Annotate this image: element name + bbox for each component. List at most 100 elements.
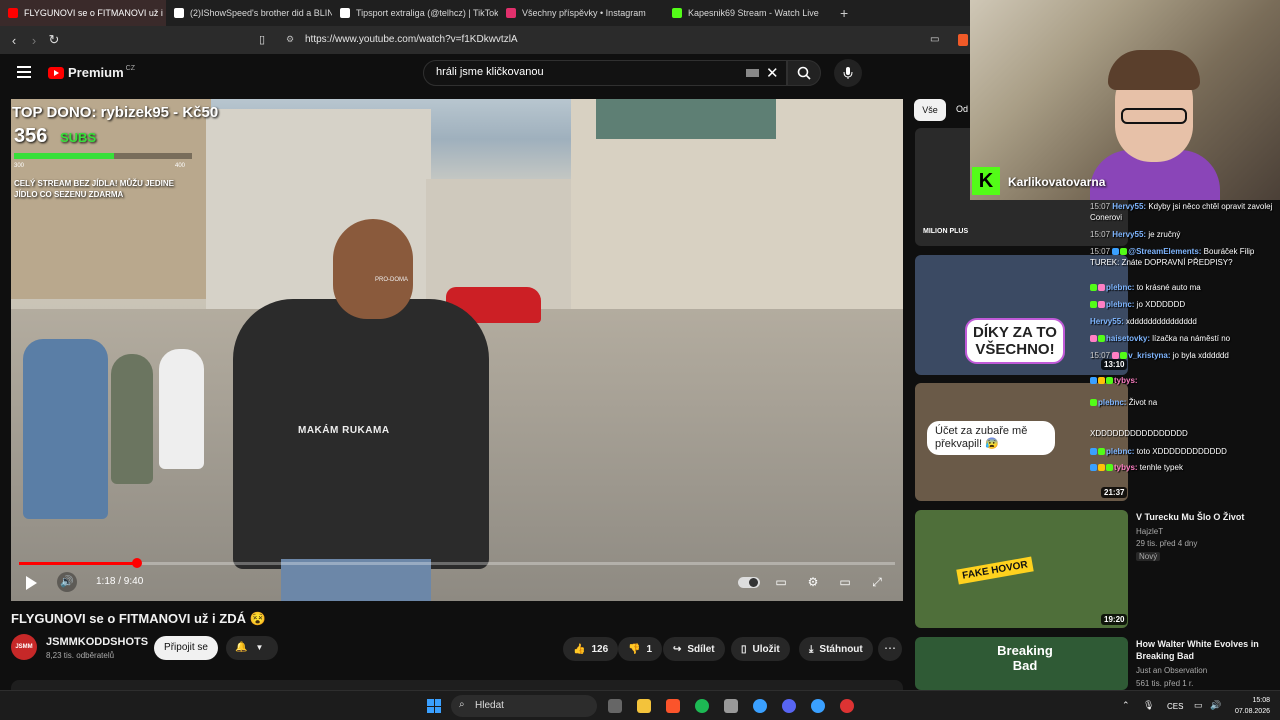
like-count: 126 (591, 643, 609, 655)
fullscreen-icon[interactable]: ⤢ (867, 573, 887, 591)
share-button[interactable]: ↪ Sdílet (663, 637, 725, 661)
channel-name[interactable]: JSMMKODDSHOTS (46, 636, 148, 648)
theater-mode-icon[interactable]: ▭ (835, 573, 855, 591)
video-player[interactable] (11, 99, 903, 601)
new-badge: Nový (1136, 552, 1161, 561)
chat-message: 15:07 Hervy55: Kdyby jsi něco chtěl opra… (1090, 202, 1273, 222)
app-icon[interactable] (840, 699, 854, 713)
language-indicator[interactable]: CES (1167, 702, 1183, 711)
roof (596, 99, 776, 139)
site-info-icon[interactable]: ⚙ (286, 34, 294, 45)
network-icon[interactable]: ▭ (1194, 700, 1203, 711)
stream-notice-overlay: CELÝ STREAM BEZ JÍDLA! MŮŽU JEDINE JÍDLO… (14, 179, 175, 199)
chip-all[interactable]: Vše (914, 99, 946, 121)
subtitles-icon[interactable]: ▭ (771, 573, 791, 591)
clear-search-icon[interactable]: ✕ (766, 64, 779, 82)
browser-tab[interactable]: Všechny příspěvky • Instagram (498, 0, 664, 26)
chat-message: Hervy55: xddddddddddddddd (1090, 317, 1197, 326)
brave-browser-icon[interactable] (666, 699, 680, 713)
share-label: Sdílet (687, 643, 715, 655)
play-button[interactable] (26, 576, 37, 590)
notifications-button[interactable]: 🔔 ▼ (226, 636, 278, 660)
taskbar-clock[interactable]: 15:08 07.08.2026 (1226, 695, 1270, 717)
new-tab-button[interactable]: + (830, 5, 858, 21)
autoplay-toggle[interactable] (738, 577, 760, 588)
search-button[interactable] (787, 60, 821, 86)
microphone-icon[interactable]: 🎙 (1143, 700, 1154, 711)
chip-next[interactable]: Od (956, 104, 968, 114)
keyboard-icon[interactable] (746, 69, 759, 77)
thumbnail-text: Účet za zubaře mě překvapil! 😰 (927, 421, 1055, 455)
microphone-icon (843, 67, 853, 79)
channel-subscribers: 8,23 tis. odběratelů (46, 651, 115, 660)
discord-icon[interactable] (782, 699, 796, 713)
recommended-title[interactable]: V Turecku Mu Šlo O Život (1136, 511, 1276, 523)
search-input[interactable]: hráli jsme kličkovanou (423, 60, 787, 86)
file-explorer-icon[interactable] (637, 699, 651, 713)
youtube-icon (8, 8, 18, 18)
thumbnail-text: MILION PLUS (923, 228, 969, 235)
browser-tab[interactable]: Kapesnik69 Stream - Watch Live (664, 0, 830, 26)
settings-gear-icon[interactable]: ⚙ (803, 573, 823, 591)
recommended-thumbnail[interactable]: Breaking Bad (915, 637, 1128, 690)
recommended-channel[interactable]: HajzleT (1136, 527, 1163, 536)
voice-search-button[interactable] (834, 59, 862, 87)
app-icon[interactable] (753, 699, 767, 713)
url-field[interactable]: https://www.youtube.com/watch?v=f1KDkwvt… (305, 34, 518, 45)
reader-icon[interactable]: ▭ (930, 34, 939, 45)
dislike-button[interactable]: 👎 1 (618, 637, 663, 661)
thumbs-down-icon: 👎 (628, 643, 641, 655)
download-button[interactable]: ⤓ Stáhnout (799, 637, 873, 661)
kick-logo-icon: K (972, 167, 1000, 195)
chat-message: 15:07 Hervy55: je zručný (1090, 230, 1181, 239)
recommended-title[interactable]: How Walter White Evolves in Breaking Bad (1136, 638, 1276, 662)
bookmark-icon[interactable]: ▯ (259, 33, 265, 46)
tab-label: Tipsport extraliga (@telhcz) | TikTok (356, 8, 498, 18)
spotify-icon[interactable] (695, 699, 709, 713)
browser-tab[interactable]: Tipsport extraliga (@telhcz) | TikTok (332, 0, 498, 26)
tab-label: FLYGUNOVI se o FITMANOVI už i (24, 8, 163, 18)
browser-tab-bar: FLYGUNOVI se o FITMANOVI už i ✕ (2)IShow… (0, 0, 970, 26)
video-progress-bar[interactable] (19, 558, 895, 568)
channel-avatar[interactable]: JSMM (11, 634, 37, 660)
youtube-logo[interactable]: Premium CZ (48, 65, 135, 80)
like-button[interactable]: 👍 126 (563, 637, 619, 661)
taskbar-search[interactable]: ⌕ Hledat (451, 695, 597, 717)
recommended-channel[interactable]: Just an Observation (1136, 666, 1207, 675)
tiktok-icon (340, 8, 350, 18)
browser-tab[interactable]: (2)IShowSpeed's brother did a BLIND (166, 0, 332, 26)
subs-count-overlay: 356 (14, 125, 48, 147)
browser-tab[interactable]: FLYGUNOVI se o FITMANOVI už i ✕ (0, 0, 166, 26)
kick-icon (672, 8, 682, 18)
join-button[interactable]: Připojit se (154, 636, 218, 660)
save-button[interactable]: ▯ Uložit (731, 637, 790, 661)
tab-label: Kapesnik69 Stream - Watch Live (688, 8, 819, 18)
back-icon[interactable]: ‹ (4, 33, 24, 48)
volume-icon[interactable]: 🔊 (1210, 700, 1221, 711)
thumbnail-text: Breaking Bad (997, 643, 1053, 673)
stream-channel-name: Karlikovatovarna (1008, 175, 1106, 189)
windows-start-icon[interactable] (427, 699, 441, 713)
reload-icon[interactable]: ↻ (44, 32, 64, 48)
duration-badge: 19:20 (1101, 614, 1128, 625)
clock-time: 15:08 (1252, 697, 1270, 704)
tiktok-icon (174, 8, 184, 18)
chat-message: tybys: (1090, 375, 1278, 386)
app-icon[interactable] (724, 699, 738, 713)
brave-shield-icon[interactable] (958, 34, 968, 46)
show-hidden-icons-icon[interactable]: ⌃ (1122, 700, 1130, 711)
app-icon[interactable] (811, 699, 825, 713)
forward-icon[interactable]: › (24, 33, 44, 48)
youtube-play-icon (48, 66, 64, 79)
bystander (111, 354, 153, 484)
youtube-header: Premium CZ hráli jsme kličkovanou (0, 54, 970, 94)
more-actions-button[interactable]: ⋯ (878, 637, 902, 661)
windows-taskbar: ⌕ Hledat ⌃ 🎙 CES ▭ 🔊 15:08 07.08.2026 (0, 690, 1280, 720)
task-view-icon[interactable] (608, 699, 622, 713)
streamer-hair (1108, 50, 1200, 90)
recommended-meta: 561 tis. před 1 r. (1136, 679, 1194, 688)
hamburger-menu-icon[interactable] (17, 66, 31, 78)
volume-button[interactable]: 🔊 (57, 572, 77, 592)
recommended-thumbnail[interactable]: FAKE HOVOR 19:20 (915, 510, 1128, 628)
time-display: 1:18 / 9:40 (96, 576, 144, 587)
